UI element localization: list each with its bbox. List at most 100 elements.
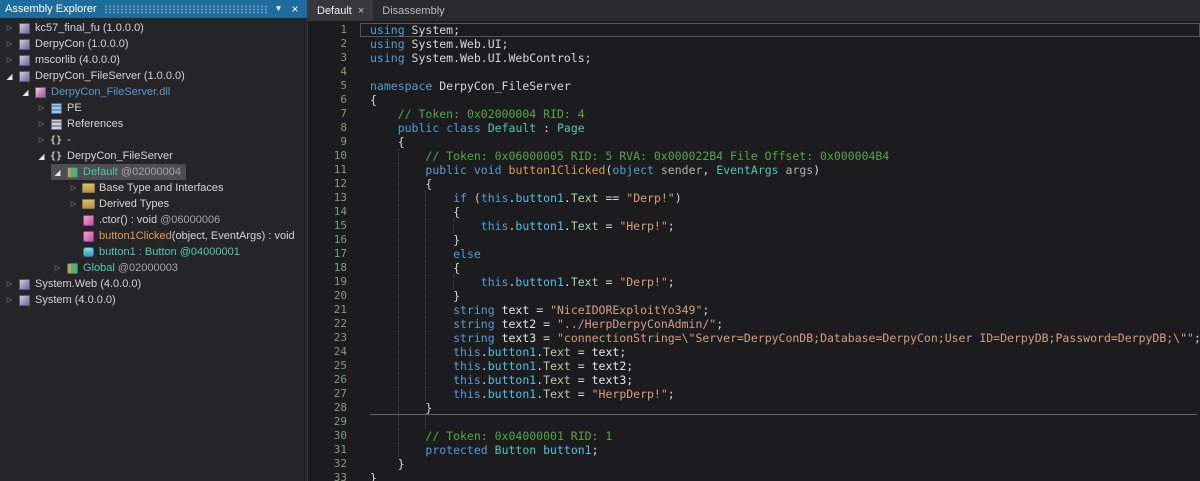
tab-close-icon[interactable]: × [358,5,364,17]
code-line[interactable]: 1using System; [308,23,1200,37]
tree-item-base-type-and-interfaces[interactable]: ▷Base Type and Interfaces [0,180,307,196]
expand-arrow-icon[interactable]: ▷ [3,24,16,32]
code-line[interactable]: 25 this.button1.Text = text2; [308,359,1200,373]
tree-item-namespace-empty[interactable]: ▷{}- [0,132,307,148]
expand-arrow-icon[interactable]: ▷ [51,264,64,272]
tree-item-assembly-kc57-final-fu[interactable]: ▷kc57_final_fu (1.0.0.0) [0,20,307,36]
code-line[interactable]: 21 string text = "NiceIDORExploitYo349"; [308,303,1200,317]
code-line-content: this.button1.Text = "Derp!"; [360,275,1200,289]
expand-arrow-icon[interactable]: ▷ [67,184,80,192]
panel-menu-caret-icon[interactable]: ▼ [271,0,286,18]
code-line[interactable]: 8 public class Default : Page [308,121,1200,135]
code-token: . [481,359,488,373]
code-line[interactable]: 24 this.button1.Text = text; [308,345,1200,359]
tree-item-assembly-system[interactable]: ▷System (4.0.0.0) [0,292,307,308]
code-line[interactable]: 32 } [308,457,1200,471]
code-line[interactable]: 16 } [308,233,1200,247]
code-line[interactable]: 29 [308,415,1200,429]
code-line[interactable]: 2using System.Web.UI; [308,37,1200,51]
assembly-icon [16,69,32,83]
code-token: ; [668,219,675,233]
tab-disassembly[interactable]: Disassembly [373,0,453,21]
collapse-arrow-icon[interactable]: ◢ [19,88,32,97]
expand-arrow-icon[interactable]: ▷ [35,120,48,128]
expand-arrow-icon[interactable]: ▷ [35,136,48,144]
tree-item-label: References [67,118,123,130]
code-token: = [571,373,592,387]
code-line[interactable]: 12 { [308,177,1200,191]
expand-arrow-icon[interactable]: ▷ [3,296,16,304]
expand-arrow-icon[interactable]: ▷ [67,200,80,208]
code-token: } [370,471,377,481]
collapse-arrow-icon[interactable]: ◢ [35,152,48,161]
tree-item-class-default[interactable]: ◢Default @02000004 [0,164,307,180]
expand-arrow-icon[interactable]: ▷ [3,40,16,48]
code-token: string [453,331,495,345]
collapse-arrow-icon[interactable]: ◢ [3,72,16,81]
collapse-arrow-icon[interactable]: ◢ [51,168,64,177]
indent-guide [398,401,399,415]
code-line[interactable]: 20 } [308,289,1200,303]
code-line[interactable]: 22 string text2 = "../HerpDerpyConAdmin/… [308,317,1200,331]
code-line[interactable]: 28 } [308,401,1200,415]
code-token: ( [467,191,481,205]
code-editor[interactable]: 1using System;2using System.Web.UI;3usin… [308,21,1200,481]
code-line[interactable]: 5namespace DerpyCon_FileServer [308,79,1200,93]
code-line[interactable]: 31 protected Button button1; [308,443,1200,457]
code-line[interactable]: 26 this.button1.Text = text3; [308,373,1200,387]
expand-arrow-icon[interactable]: ▷ [3,280,16,288]
code-line[interactable]: 17 else [308,247,1200,261]
code-line[interactable]: 33} [308,471,1200,481]
tree-item-class-global[interactable]: ▷Global @02000003 [0,260,307,276]
code-line[interactable]: 3using System.Web.UI.WebControls; [308,51,1200,65]
code-line[interactable]: 18 { [308,261,1200,275]
tree-item-method-button1clicked[interactable]: button1Clicked(object, EventArgs) : void [0,228,307,244]
code-line[interactable]: 23 string text3 = "connectionString=\"Se… [308,331,1200,345]
code-line[interactable]: 4 [308,65,1200,79]
indent-guide [425,261,426,275]
indent-guide [425,191,426,205]
tree-item-label: Derived Types [99,198,169,210]
code-line[interactable]: 11 public void button1Clicked(object sen… [308,163,1200,177]
tree-item-assembly-system-web[interactable]: ▷System.Web (4.0.0.0) [0,276,307,292]
tree-item-assembly-derpycon-fileserver[interactable]: ◢DerpyCon_FileServer (1.0.0.0) [0,68,307,84]
line-number: 32 [308,457,360,471]
tree-item-namespace-derpycon-fileserver[interactable]: ◢{}DerpyCon_FileServer [0,148,307,164]
code-token [495,331,502,345]
panel-close-icon[interactable]: × [286,0,304,18]
tree-item-assembly-derpycon[interactable]: ▷DerpyCon (1.0.0.0) [0,36,307,52]
code-token: EventArgs [716,163,778,177]
tree-item-module-derpycon-fileserver-dll[interactable]: ◢DerpyCon_FileServer.dll [0,84,307,100]
tree-item-assembly-mscorlib[interactable]: ▷mscorlib (4.0.0.0) [0,52,307,68]
code-line[interactable]: 15 this.button1.Text = "Herp!"; [308,219,1200,233]
code-line[interactable]: 10 // Token: 0x06000005 RID: 5 RVA: 0x00… [308,149,1200,163]
code-token: } [370,457,405,471]
tree-item-ctor[interactable]: .ctor() : void @06000006 [0,212,307,228]
code-line[interactable]: 6{ [308,93,1200,107]
tree-item-pe[interactable]: ▷PE [0,100,307,116]
code-line[interactable]: 19 this.button1.Text = "Derp!"; [308,275,1200,289]
tree-item-derived-types[interactable]: ▷ Derived Types [0,196,307,212]
code-token: Text [543,373,571,387]
code-token: . [564,275,571,289]
code-line[interactable]: 9 { [308,135,1200,149]
tab-default[interactable]: Default× [308,0,373,21]
code-line[interactable]: 14 { [308,205,1200,219]
code-line[interactable]: 30 // Token: 0x04000001 RID: 1 [308,429,1200,443]
code-token: Text [571,275,599,289]
code-line[interactable]: 13 if (this.button1.Text == "Derp!") [308,191,1200,205]
code-token: { [370,135,405,149]
code-line[interactable]: 27 this.button1.Text = "HerpDerp!"; [308,387,1200,401]
code-token [370,331,453,345]
tree-item-field-button1[interactable]: button1 : Button @04000001 [0,244,307,260]
code-token: sender [661,163,703,177]
assembly-icon [16,53,32,67]
code-token [488,443,495,457]
expand-arrow-icon[interactable]: ▷ [35,104,48,112]
indent-guide [425,345,426,359]
expand-arrow-icon[interactable]: ▷ [3,56,16,64]
code-token: else [453,247,481,261]
code-line[interactable]: 7 // Token: 0x02000004 RID: 4 [308,107,1200,121]
tree-item-references[interactable]: ▷ References [0,116,307,132]
code-token: if [453,191,467,205]
